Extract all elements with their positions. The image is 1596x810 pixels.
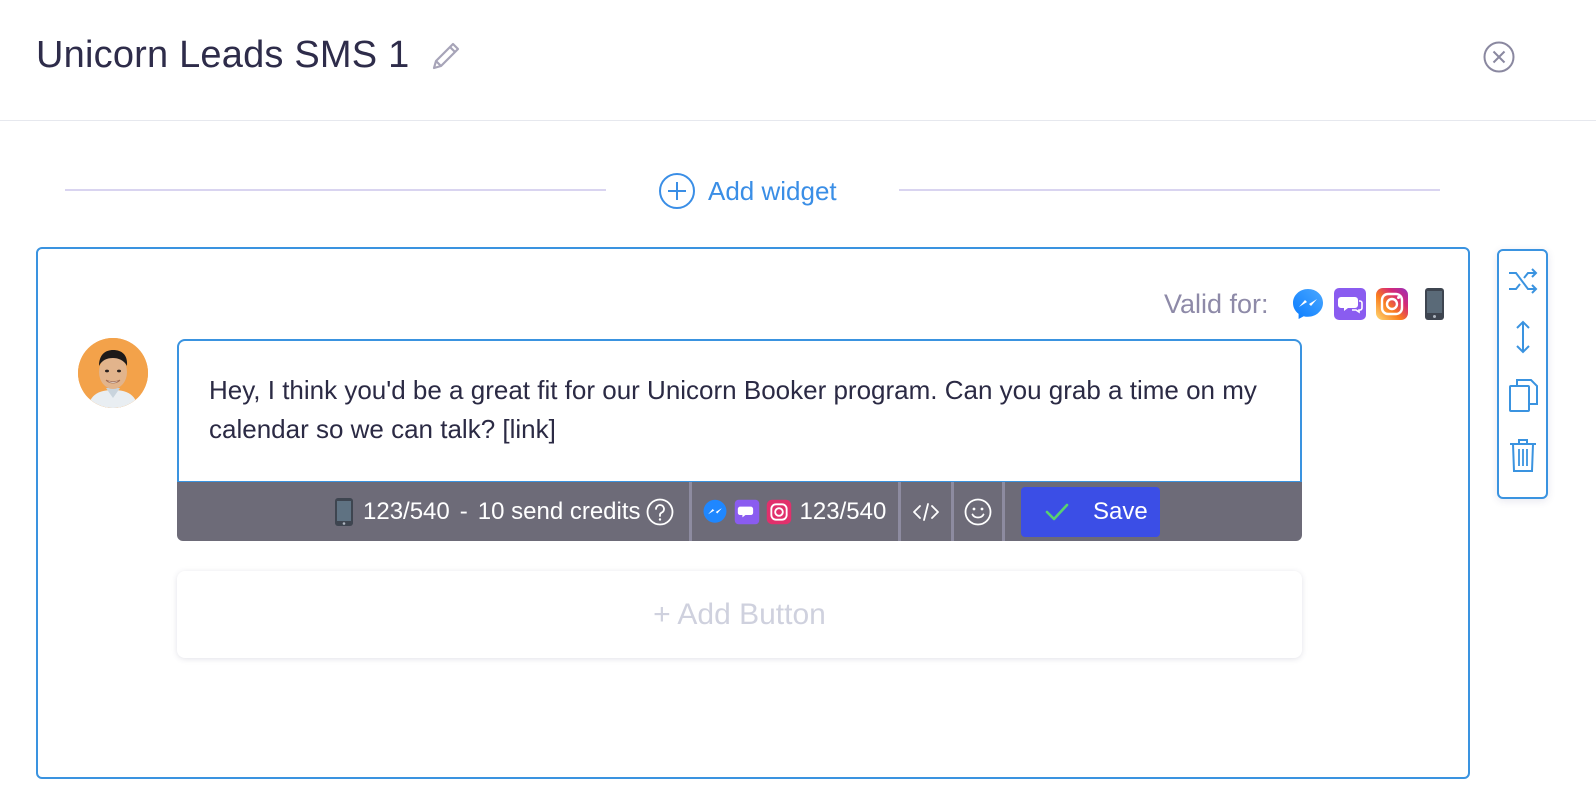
toolbar-divider [1002, 482, 1006, 541]
code-button[interactable] [901, 482, 951, 541]
side-toolbar [1497, 249, 1548, 499]
chat-icon [1333, 288, 1366, 320]
emoji-button[interactable] [954, 482, 1002, 541]
sms-count: 123/540 [363, 497, 450, 525]
instagram-icon [766, 499, 791, 524]
divider-left [65, 189, 606, 191]
shuffle-icon[interactable] [1507, 263, 1539, 299]
message-text: Hey, I think you'd be a great fit for ou… [209, 375, 1257, 444]
messenger-icon [1292, 289, 1323, 319]
social-count: 123/540 [799, 497, 887, 525]
close-circle-icon[interactable] [1482, 40, 1516, 74]
check-icon [1045, 503, 1069, 521]
send-credits: 10 send credits [477, 497, 641, 525]
valid-for-label: Valid for: [1164, 288, 1269, 319]
help-icon[interactable] [645, 497, 675, 527]
valid-for: Valid for: [1164, 286, 1451, 322]
counter-separator: - [459, 497, 468, 525]
phone-icon [335, 497, 353, 526]
save-label: Save [1093, 498, 1148, 525]
chat-icon [734, 499, 759, 524]
pencil-icon[interactable] [428, 38, 464, 74]
resize-vertical-icon[interactable] [1507, 319, 1539, 355]
save-button[interactable]: Save [1021, 487, 1160, 537]
add-widget-label: Add widget [708, 175, 837, 206]
code-icon [913, 502, 940, 521]
trash-icon[interactable] [1507, 437, 1539, 473]
sms-counter: 123/540 - 10 send credits [177, 482, 689, 541]
add-widget-button[interactable]: Add widget [658, 172, 837, 210]
avatar [78, 338, 148, 408]
social-counter: 123/540 [692, 482, 899, 541]
copy-icon[interactable] [1507, 377, 1539, 413]
phone-icon [1424, 288, 1444, 320]
header: Unicorn Leads SMS 1 [0, 0, 1596, 121]
plus-circle-icon [659, 173, 695, 209]
message-textarea[interactable]: Hey, I think you'd be a great fit for ou… [177, 339, 1302, 483]
divider-right [899, 189, 1440, 191]
page-title: Unicorn Leads SMS 1 [36, 34, 410, 76]
add-button[interactable]: + Add Button [177, 571, 1302, 658]
emoji-icon [964, 498, 992, 525]
messenger-icon [703, 499, 727, 523]
instagram-icon [1375, 288, 1408, 320]
